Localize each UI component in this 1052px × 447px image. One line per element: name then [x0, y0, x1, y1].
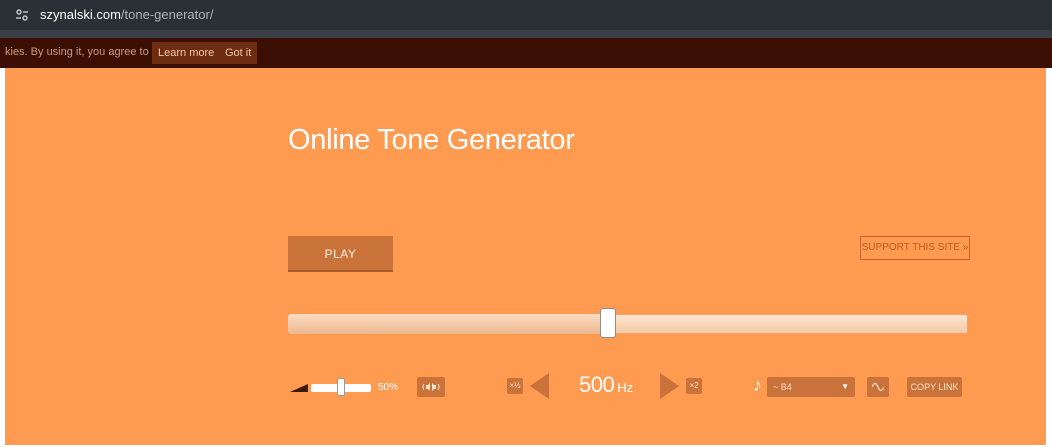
- arrow-right-icon[interactable]: [660, 373, 679, 399]
- learn-more-button[interactable]: Learn more: [152, 42, 221, 64]
- page-title: Online Tone Generator: [288, 124, 575, 156]
- url-host: szynalski.com: [40, 7, 121, 22]
- frequency-display[interactable]: 500 Hz: [579, 372, 633, 398]
- browser-toolbar-strip: [0, 30, 1052, 38]
- frequency-slider-handle[interactable]: [599, 308, 616, 338]
- halve-frequency-button[interactable]: ×½: [507, 378, 523, 394]
- support-this-site-button[interactable]: SUPPORT THIS SITE »: [860, 236, 970, 260]
- waveform-button[interactable]: [867, 377, 889, 397]
- page-margin: [1046, 68, 1052, 447]
- frequency-value: 500: [579, 372, 615, 397]
- balance-icon: [422, 383, 440, 391]
- volume-slider[interactable]: [311, 378, 371, 396]
- got-it-button[interactable]: Got it: [219, 42, 258, 64]
- frequency-unit: Hz: [617, 380, 634, 395]
- note-select[interactable]: ~ B4 ▼: [767, 377, 855, 397]
- url-field[interactable]: szynalski.com/tone-generator/: [40, 7, 213, 22]
- double-frequency-button[interactable]: ×2: [686, 378, 702, 394]
- sine-wave-icon: [872, 382, 884, 392]
- browser-address-bar: szynalski.com/tone-generator/: [0, 0, 1052, 30]
- chevron-down-icon: ▼: [841, 382, 849, 391]
- frequency-slider-fill: [288, 314, 608, 334]
- music-note-icon: ♪: [753, 375, 762, 395]
- url-path: /tone-generator/: [120, 7, 214, 22]
- frequency-slider[interactable]: [288, 308, 968, 338]
- arrow-left-icon[interactable]: [530, 373, 549, 399]
- cookie-text: kies. By using it, you agree to this.: [5, 46, 172, 58]
- volume-percent: 50%: [378, 382, 399, 393]
- volume-slider-handle[interactable]: [337, 378, 345, 396]
- site-info-icon[interactable]: [14, 7, 30, 23]
- note-select-value: ~ B4: [773, 382, 792, 392]
- play-button[interactable]: PLAY: [288, 236, 393, 270]
- tone-generator-panel: Online Tone Generator PLAY SUPPORT THIS …: [5, 68, 1046, 445]
- copy-link-button[interactable]: COPY LINK: [907, 377, 962, 397]
- cookie-bar: kies. By using it, you agree to this. Le…: [0, 38, 1052, 68]
- volume-icon: [290, 384, 308, 392]
- balance-button[interactable]: [417, 377, 445, 397]
